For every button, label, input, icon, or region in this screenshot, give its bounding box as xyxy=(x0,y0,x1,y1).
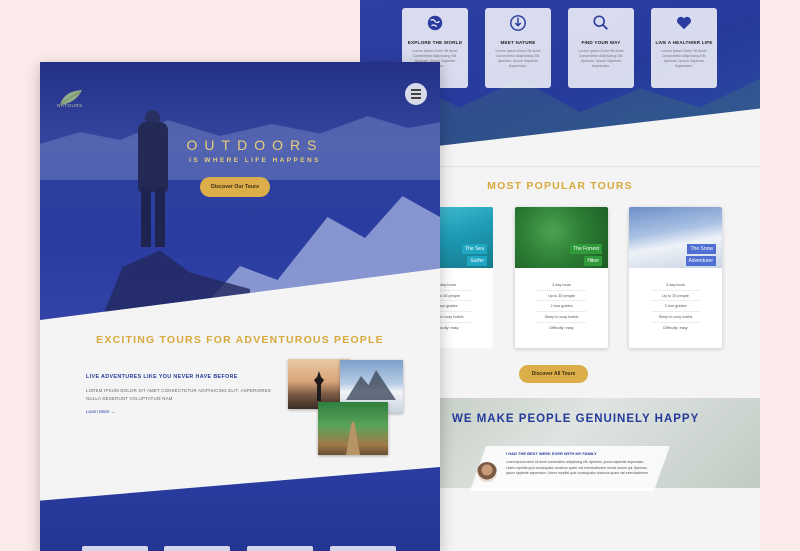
tour-card-snow-adventurer[interactable]: The Snow Adventurer 3 day tours Up to 30… xyxy=(629,207,722,348)
tour-detail: Difficulty: easy xyxy=(549,325,574,330)
tour-card-forrest-hiker[interactable]: The Forrest Hiker 3 day tours Up to 30 p… xyxy=(515,207,608,348)
hamburger-icon-line xyxy=(411,89,421,91)
photo-forest-trail xyxy=(318,402,388,455)
tour-detail: Sleep in cozy hotels xyxy=(537,312,586,323)
tour-name-line: Adventurer xyxy=(685,256,716,266)
tour-detail: 3 day tours xyxy=(651,280,700,291)
menu-button[interactable] xyxy=(405,83,427,105)
feature-card-peek xyxy=(247,546,313,551)
tour-name-line: Hiker xyxy=(584,256,602,266)
tour-detail: Sleep in cozy hotels xyxy=(651,312,700,323)
magnifier-icon xyxy=(593,15,608,30)
tour-detail: 2 tour guides xyxy=(537,301,586,313)
feature-text: Lorem Ipsum Dolor Sit Amet Consectetur A… xyxy=(661,49,707,68)
feature-title: MEET NATURE xyxy=(500,40,536,45)
tour-detail: 3 day tours xyxy=(537,280,586,291)
features-section-background xyxy=(40,467,440,551)
tour-details: 3 day tours Up to 30 people 2 tour guide… xyxy=(629,268,722,333)
tour-name: The Sea Surfer xyxy=(462,243,487,267)
feature-card-peek xyxy=(164,546,230,551)
feature-title: FIND YOUR WAY xyxy=(581,40,621,45)
feature-card-find-way: FIND YOUR WAY Lorem Ipsum Dolor Sit Amet… xyxy=(568,8,634,88)
hero-title: OUTDOORS xyxy=(186,137,324,153)
tour-detail: Up to 30 people xyxy=(651,291,700,302)
tour-name-line: The Sea xyxy=(462,244,487,254)
hero-subtitle: IS WHERE LIFE HAPPENS xyxy=(189,157,321,164)
feature-text: Lorem Ipsum Dolor Sit Amet Consectetur A… xyxy=(578,49,624,68)
learn-more-link[interactable]: Learn More → xyxy=(86,409,115,414)
tour-name: The Forrest Hiker xyxy=(570,243,602,267)
home-page: NATOURS OUTDOORS IS WHERE LIFE HAPPENS D… xyxy=(40,62,440,551)
tour-name: The Snow Adventurer xyxy=(685,243,716,267)
hero-snow-mountains xyxy=(190,196,440,320)
tour-detail: Up to 30 people xyxy=(537,291,586,302)
feature-card-peek xyxy=(82,546,148,551)
about-heading: LIVE ADVENTURES LIKE YOU NEVER HAVE BEFO… xyxy=(86,374,238,380)
tour-name-line: Surfer xyxy=(467,256,487,266)
logo-text: NATOURS xyxy=(57,103,83,108)
hero-rock xyxy=(100,250,250,320)
hamburger-icon-line xyxy=(411,93,421,95)
about-section-title: EXCITING TOURS FOR ADVENTUROUS PEOPLE xyxy=(96,334,384,346)
tour-detail: Difficulty: easy xyxy=(663,325,688,330)
globe-icon xyxy=(427,15,443,31)
stories-section-title: WE MAKE PEOPLE GENUINELY HAPPY xyxy=(452,413,700,425)
avatar xyxy=(477,462,497,482)
hiker-figure-legs xyxy=(141,187,165,247)
story-text: Lorem ipsum dolor sit amet consectetur a… xyxy=(506,460,648,475)
discover-tours-button[interactable]: Discover Our Tours xyxy=(200,177,270,197)
discover-all-tours-button[interactable]: Discover All Tours xyxy=(519,365,588,383)
about-text: LOREM IPSUM DOLOR SIT AMET CONSECTETUR A… xyxy=(86,388,271,401)
feature-title: LIVE A HEALTHIER LIFE xyxy=(655,40,713,45)
tour-image: The Forrest Hiker xyxy=(515,207,608,268)
feature-card-nature: MEET NATURE Lorem Ipsum Dolor Sit Amet C… xyxy=(485,8,551,88)
tour-image: The Snow Adventurer xyxy=(629,207,722,268)
feature-card-peek xyxy=(330,546,396,551)
feature-text: Lorem Ipsum Dolor Sit Amet Consectetur A… xyxy=(495,49,541,68)
compass-icon xyxy=(510,15,526,31)
tour-name-line: The Forrest xyxy=(570,244,602,254)
tour-details: 3 day tours Up to 30 people 2 tour guide… xyxy=(515,268,608,333)
heart-icon xyxy=(676,16,692,30)
tour-detail: 2 tour guides xyxy=(651,301,700,313)
story-heading: I HAD THE BEST WEEK EVER WITH MY FAMILY xyxy=(506,451,597,456)
feature-card-healthier-life: LIVE A HEALTHIER LIFE Lorem Ipsum Dolor … xyxy=(651,8,717,88)
tour-name-line: The Snow xyxy=(687,244,716,254)
hamburger-icon-line xyxy=(411,97,421,99)
feature-title: EXPLORE THE WORLD xyxy=(407,40,463,45)
